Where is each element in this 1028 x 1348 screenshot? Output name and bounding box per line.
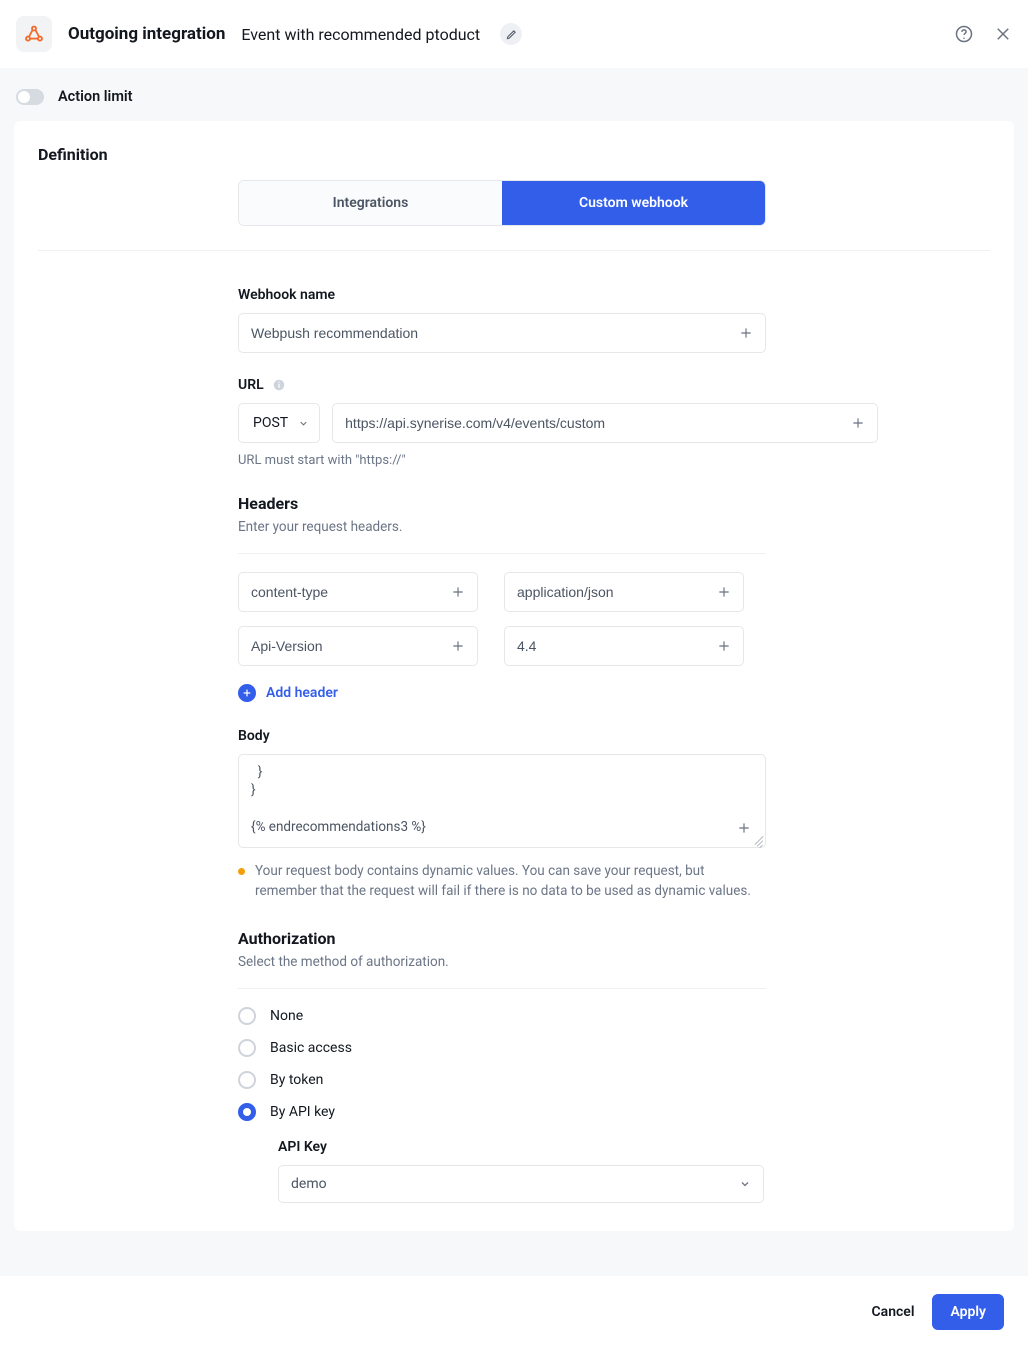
apikey-select[interactable]: demo: [278, 1165, 764, 1203]
insert-variable-icon[interactable]: [451, 585, 465, 599]
resize-handle-icon[interactable]: [751, 833, 763, 845]
url-input[interactable]: [332, 403, 878, 443]
action-limit-row: Action limit: [0, 68, 1028, 117]
divider: [238, 553, 766, 554]
insert-variable-icon[interactable]: [851, 416, 865, 430]
action-limit-toggle[interactable]: [16, 89, 44, 105]
insert-variable-icon[interactable]: [737, 821, 751, 835]
page-title: Outgoing integration: [68, 24, 225, 44]
apikey-label: API Key: [278, 1139, 878, 1155]
definition-card: Definition Integrations Custom webhook W…: [14, 121, 1014, 1231]
auth-title: Authorization: [238, 929, 878, 948]
webhook-name-input[interactable]: [238, 313, 766, 353]
tab-integrations[interactable]: Integrations: [239, 181, 502, 225]
cancel-button[interactable]: Cancel: [872, 1304, 915, 1320]
auth-radio-none[interactable]: None: [238, 1007, 878, 1025]
apply-button[interactable]: Apply: [932, 1294, 1004, 1330]
http-method-select[interactable]: POST: [238, 403, 320, 443]
header-key-input[interactable]: [238, 626, 478, 666]
warning-dot-icon: [238, 868, 245, 875]
auth-radio-basic[interactable]: Basic access: [238, 1039, 878, 1057]
tab-custom-webhook[interactable]: Custom webhook: [502, 181, 765, 225]
header-value-input[interactable]: [504, 572, 744, 612]
footer-bar: Cancel Apply: [0, 1276, 1028, 1348]
insert-variable-icon[interactable]: [739, 326, 753, 340]
insert-variable-icon[interactable]: [451, 639, 465, 653]
plus-circle-icon: [238, 684, 256, 702]
definition-title: Definition: [38, 145, 990, 164]
body-warning: Your request body contains dynamic value…: [255, 862, 766, 901]
help-icon[interactable]: [954, 24, 974, 44]
url-label: URL: [238, 377, 878, 393]
body-label: Body: [238, 728, 878, 744]
url-hint: URL must start with "https://": [238, 453, 878, 468]
headers-desc: Enter your request headers.: [238, 519, 878, 535]
chevron-down-icon: [739, 1178, 751, 1190]
divider: [238, 988, 766, 989]
action-limit-label: Action limit: [58, 88, 133, 105]
chevron-down-icon: [298, 418, 309, 429]
add-header-button[interactable]: Add header: [238, 684, 878, 702]
edit-name-button[interactable]: [500, 23, 522, 45]
insert-variable-icon[interactable]: [717, 585, 731, 599]
close-icon[interactable]: [994, 25, 1012, 43]
header-key-input[interactable]: [238, 572, 478, 612]
webhook-icon: [16, 16, 52, 52]
page-subtitle: Event with recommended ptoduct: [241, 25, 480, 44]
divider: [38, 250, 990, 251]
auth-radio-token[interactable]: By token: [238, 1071, 878, 1089]
header-value-input[interactable]: [504, 626, 744, 666]
definition-tabs: Integrations Custom webhook: [238, 180, 766, 226]
info-icon[interactable]: [272, 378, 286, 392]
auth-desc: Select the method of authorization.: [238, 954, 878, 970]
headers-title: Headers: [238, 494, 878, 513]
webhook-name-label: Webhook name: [238, 287, 878, 303]
body-textarea[interactable]: } } {% endrecommendations3 %}: [238, 754, 766, 848]
insert-variable-icon[interactable]: [717, 639, 731, 653]
top-bar: Outgoing integration Event with recommen…: [0, 0, 1028, 68]
auth-radio-apikey[interactable]: By API key: [238, 1103, 878, 1121]
